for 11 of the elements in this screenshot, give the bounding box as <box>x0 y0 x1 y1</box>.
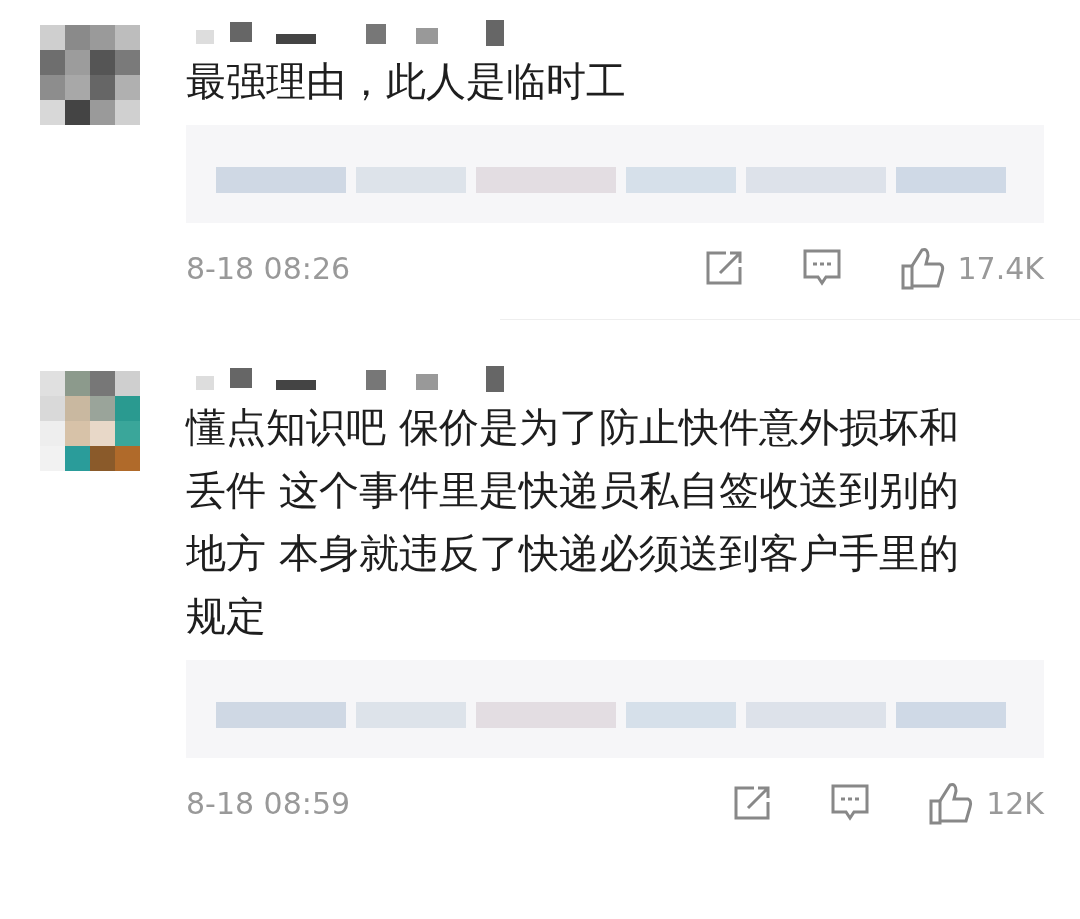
like-icon[interactable] <box>899 246 946 290</box>
comment-icon[interactable] <box>801 248 842 288</box>
like-icon[interactable] <box>928 781 975 825</box>
like-count: 17.4K <box>957 250 1044 286</box>
like-count: 12K <box>986 785 1044 821</box>
comment-text: 懂点知识吧 保价是为了防止快件意外损坏和 丢件 这个事件里是快递员私自签收送到别的 地方 本身就违反了快递必须送到客户手里的 规定 <box>186 403 960 641</box>
comment-icon[interactable] <box>830 783 871 823</box>
comment-text: 最强理由，此人是临时工 <box>186 57 627 106</box>
comment-time: 8-18 08:26 <box>186 250 351 286</box>
share-icon[interactable] <box>732 784 773 822</box>
comment-time: 8-18 08:59 <box>186 785 351 821</box>
